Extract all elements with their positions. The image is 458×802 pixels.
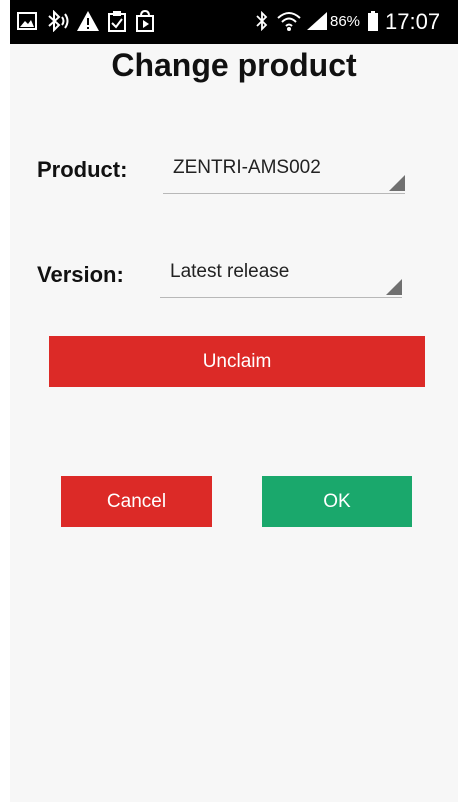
product-dropdown[interactable]: ZENTRI-AMS002 [163, 157, 405, 194]
status-time: 17:07 [385, 9, 441, 34]
battery-icon [366, 10, 380, 32]
product-dropdown-value: ZENTRI-AMS002 [173, 157, 321, 178]
warning-icon [76, 10, 100, 32]
unclaim-button[interactable]: Unclaim [49, 336, 425, 387]
cancel-button[interactable]: Cancel [61, 476, 212, 527]
signal-icon [306, 10, 328, 32]
dropdown-arrow-icon [386, 279, 402, 295]
page-title: Change product [111, 47, 357, 83]
version-dropdown-value: Latest release [170, 261, 290, 282]
app-screen: 86% 17:07 Change product Product: ZENTRI… [10, 0, 458, 802]
bluetooth-audio-icon [46, 10, 70, 32]
store-icon [134, 10, 156, 32]
version-label: Version: [37, 262, 124, 287]
dropdown-arrow-icon [389, 175, 405, 191]
product-label: Product: [37, 157, 128, 182]
bluetooth-icon [254, 10, 270, 32]
version-dropdown[interactable]: Latest release [160, 261, 402, 298]
wifi-icon [276, 10, 302, 32]
ok-button[interactable]: OK [262, 476, 412, 527]
clipboard-check-icon [106, 10, 128, 32]
status-bar: 86% 17:07 [10, 0, 458, 44]
image-icon [16, 10, 38, 32]
battery-percent: 86% [330, 13, 361, 30]
